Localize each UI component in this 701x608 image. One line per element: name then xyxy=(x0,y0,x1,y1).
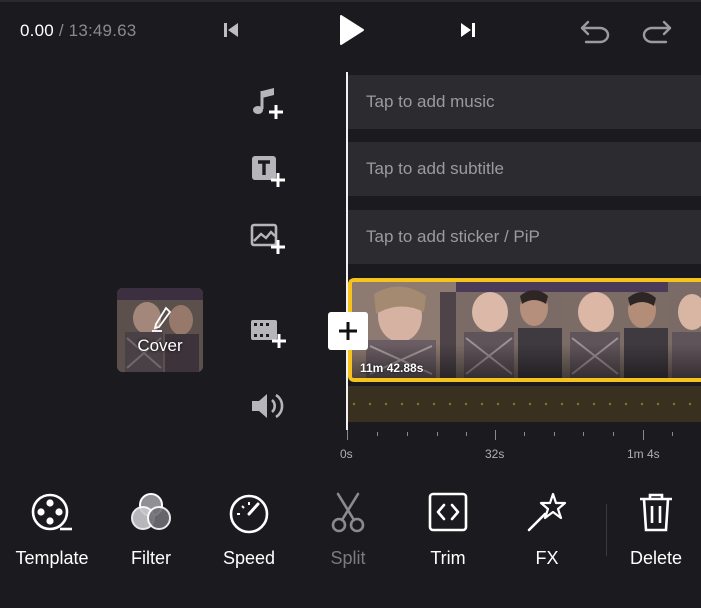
time-separator: / xyxy=(53,21,69,40)
ruler-label-0: 0s xyxy=(340,447,353,461)
speaker-icon xyxy=(252,393,284,419)
subtitle-track[interactable]: Tap to add subtitle xyxy=(348,142,701,196)
music-track[interactable]: Tap to add music xyxy=(348,75,701,129)
clip-duration: 11m 42.88s xyxy=(360,361,424,375)
sticker-track[interactable]: Tap to add sticker / PiP xyxy=(348,210,701,264)
play-button[interactable] xyxy=(330,10,370,50)
skip-to-end-button[interactable] xyxy=(455,16,481,44)
template-button[interactable]: Template xyxy=(7,490,97,580)
add-clip-button[interactable] xyxy=(246,313,290,353)
ruler-tick xyxy=(643,430,644,440)
split-button[interactable]: Split xyxy=(303,490,393,580)
speedometer-icon xyxy=(229,494,269,534)
plus-icon xyxy=(339,322,357,340)
sticker-track-placeholder: Tap to add sticker / PiP xyxy=(366,227,540,246)
playhead[interactable] xyxy=(346,72,348,430)
skip-to-start-button[interactable] xyxy=(218,16,244,44)
ruler-tick xyxy=(466,432,467,436)
music-track-placeholder: Tap to add music xyxy=(366,92,495,111)
redo-button[interactable] xyxy=(638,14,676,48)
audio-waveform xyxy=(352,402,692,406)
template-label: Template xyxy=(15,548,89,568)
filter-label: Filter xyxy=(131,548,171,568)
ruler-tick xyxy=(524,432,525,436)
text-add-icon xyxy=(252,156,285,187)
toolbar-divider xyxy=(606,504,607,556)
ruler-tick xyxy=(554,432,555,436)
current-time: 0.00 xyxy=(20,21,54,40)
redo-icon xyxy=(642,20,672,44)
music-add-icon xyxy=(253,88,283,119)
filter-button[interactable]: Filter xyxy=(106,490,196,580)
ruler-tick xyxy=(495,430,496,440)
ruler-tick xyxy=(583,432,584,436)
skip-back-icon xyxy=(224,23,238,37)
add-sticker-button[interactable] xyxy=(246,219,290,259)
undo-button[interactable] xyxy=(576,14,614,48)
video-add-icon xyxy=(251,320,286,348)
add-subtitle-button[interactable] xyxy=(246,152,290,192)
delete-label: Delete xyxy=(629,548,683,568)
clip-audio-track[interactable] xyxy=(348,386,701,422)
ruler-label-2: 1m 4s xyxy=(627,447,660,461)
undo-icon xyxy=(580,20,610,44)
insert-clip-button[interactable] xyxy=(328,312,368,350)
ruler-label-1: 32s xyxy=(485,447,505,461)
fx-button[interactable]: FX xyxy=(502,490,592,580)
ruler-tick xyxy=(672,432,673,436)
speed-label: Speed xyxy=(222,548,276,568)
ruler-tick xyxy=(407,432,408,436)
subtitle-track-placeholder: Tap to add subtitle xyxy=(366,159,504,178)
scissors-icon xyxy=(331,492,365,533)
filter-circles-icon xyxy=(131,493,171,530)
ruler-tick xyxy=(347,430,348,440)
top-divider xyxy=(0,0,701,2)
play-icon xyxy=(340,15,364,45)
trash-icon xyxy=(640,493,672,532)
fx-label: FX xyxy=(535,548,559,568)
ruler-tick xyxy=(377,432,378,436)
image-add-icon xyxy=(250,223,285,254)
skip-forward-icon xyxy=(461,23,475,37)
volume-button[interactable] xyxy=(246,386,290,426)
split-label: Split xyxy=(330,548,366,568)
cover-label: Cover xyxy=(137,336,183,355)
trim-label: Trim xyxy=(430,548,466,568)
speed-button[interactable]: Speed xyxy=(204,490,294,580)
playback-time: 0.00 / 13:49.63 xyxy=(20,21,136,41)
delete-button[interactable]: Delete xyxy=(611,490,701,580)
trim-button[interactable]: Trim xyxy=(403,490,493,580)
film-reel-icon xyxy=(31,493,72,531)
edit-cover-icon xyxy=(150,305,174,333)
magic-wand-icon xyxy=(527,492,567,532)
trim-brackets-icon xyxy=(428,492,468,532)
add-music-button[interactable] xyxy=(246,84,290,124)
ruler-tick xyxy=(437,432,438,436)
ruler-tick xyxy=(613,432,614,436)
total-time: 13:49.63 xyxy=(68,21,137,40)
